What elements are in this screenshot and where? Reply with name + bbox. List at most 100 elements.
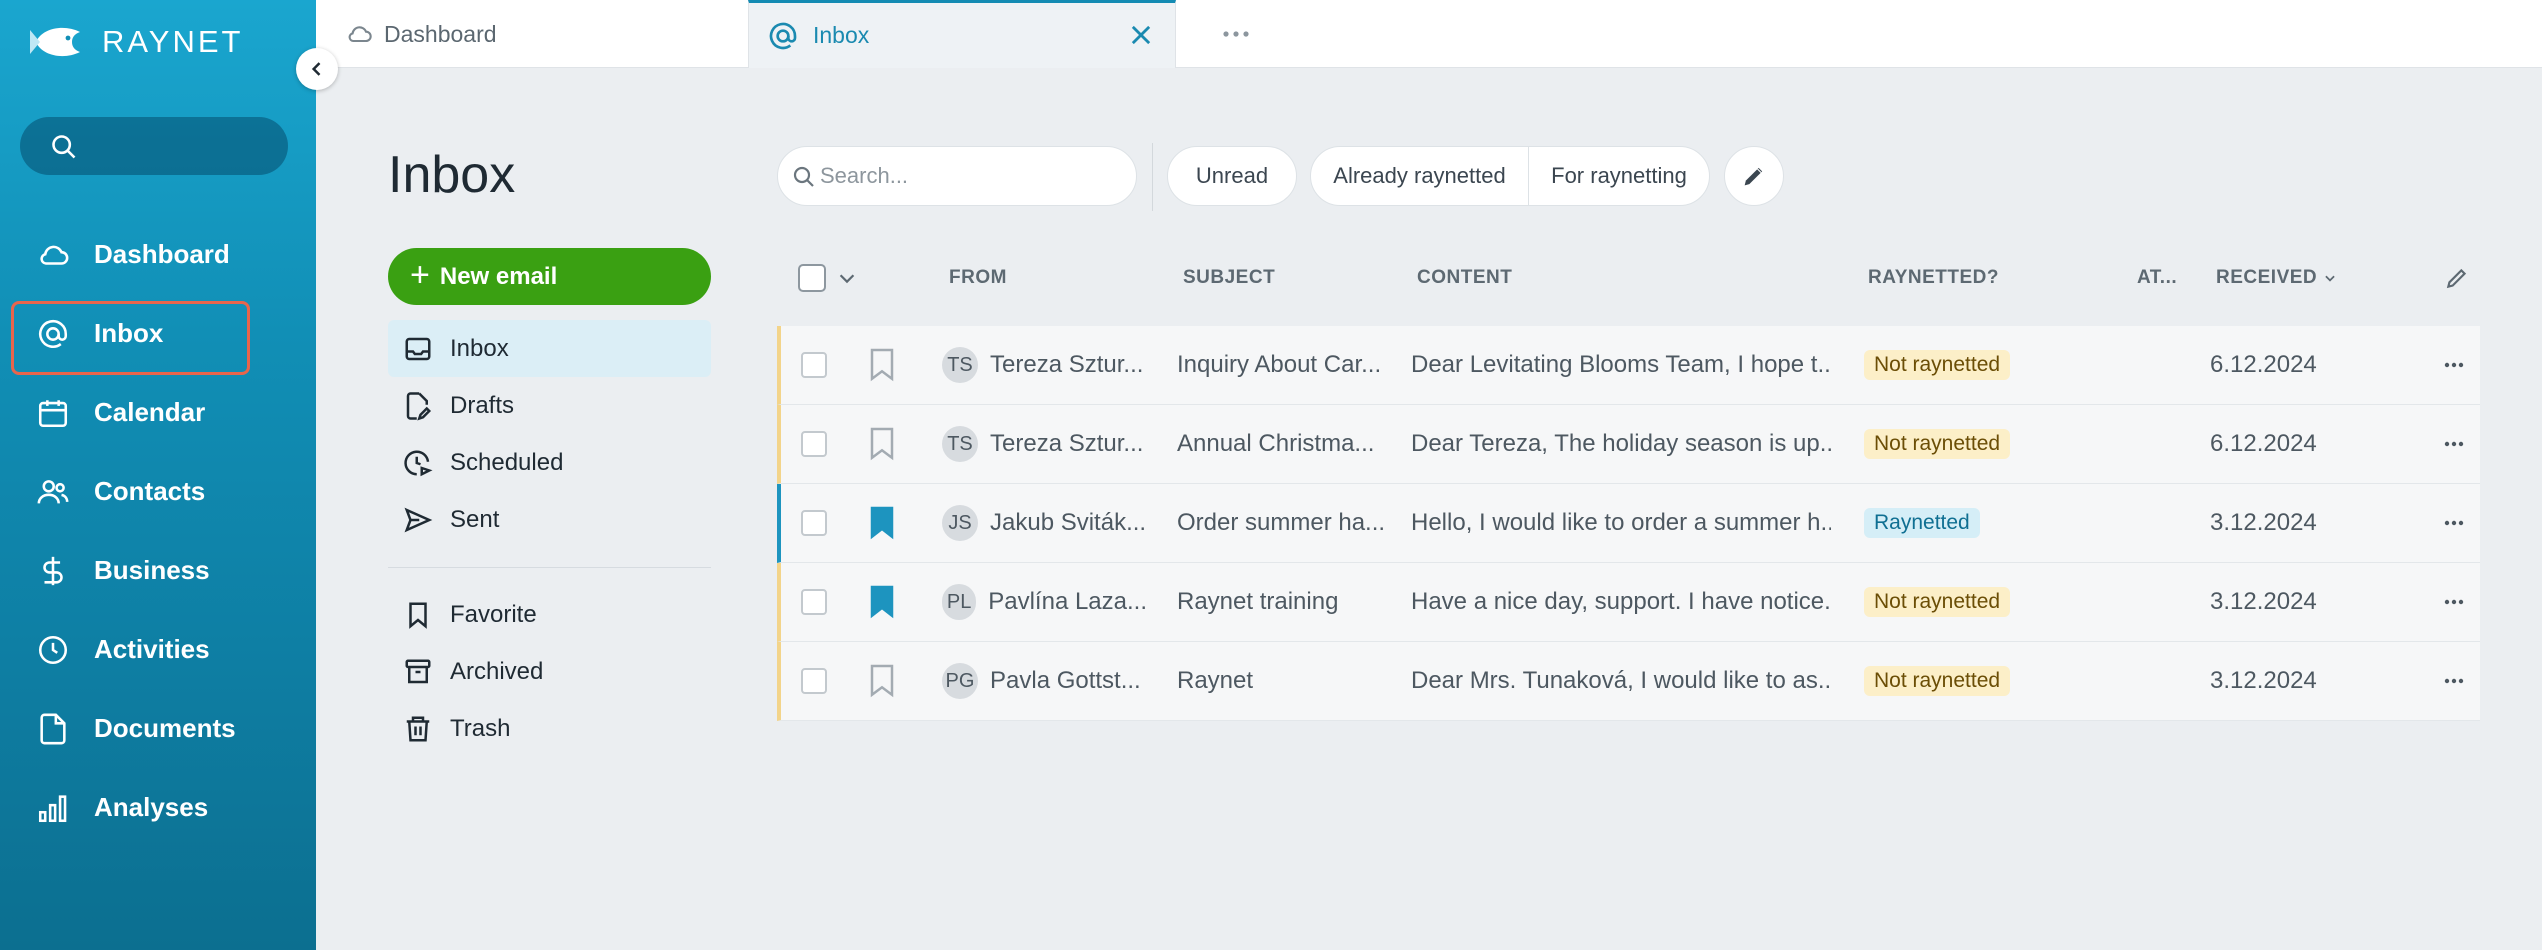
nav-item-documents[interactable]: Documents — [0, 689, 316, 768]
table-row[interactable]: TS Tereza Sztur... Annual Christma... Dear … — [777, 405, 2480, 484]
row-menu-button[interactable] — [2444, 484, 2464, 562]
table-row[interactable]: PL Pavlína Laza... Raynet training Have a n… — [777, 563, 2480, 642]
table-row[interactable]: TS Tereza Sztur... Inquiry About Car... Dea… — [777, 326, 2480, 405]
favorite-toggle[interactable] — [867, 642, 897, 720]
favorite-toggle[interactable] — [867, 326, 897, 404]
row-checkbox[interactable] — [801, 352, 827, 378]
subject-cell: Raynet — [1177, 667, 1254, 694]
folder-inbox[interactable]: Inbox — [388, 320, 711, 377]
select-all-checkbox[interactable] — [798, 264, 826, 292]
folder-archived[interactable]: Archived — [388, 643, 711, 700]
folder-label: Sent — [450, 505, 500, 533]
folder-trash[interactable]: Trash — [388, 700, 711, 757]
received-cell: 3.12.2024 — [2210, 667, 2317, 694]
row-select[interactable] — [801, 642, 827, 720]
avatar: PL — [942, 584, 977, 620]
bookmark-icon[interactable] — [867, 346, 897, 384]
folder-drafts[interactable]: Drafts — [388, 377, 711, 434]
favorite-toggle[interactable] — [867, 484, 897, 562]
status-cell: Not raynetted — [1864, 563, 2011, 641]
col-content[interactable]: CONTENT — [1417, 250, 1512, 306]
row-checkbox[interactable] — [801, 510, 827, 536]
nav-item-analyses[interactable]: Analyses — [0, 768, 316, 847]
row-checkbox[interactable] — [801, 668, 827, 694]
folder-sent[interactable]: Sent — [388, 491, 711, 548]
nav-item-dashboard[interactable]: Dashboard — [0, 215, 316, 294]
more-horizontal-icon — [2444, 362, 2464, 368]
received-cell: 3.12.2024 — [2210, 509, 2317, 536]
avatar: TS — [942, 426, 978, 462]
nav-item-activities[interactable]: Activities — [0, 610, 316, 689]
subject-cell: Annual Christma... — [1177, 430, 1375, 457]
new-email-button[interactable]: + New email — [388, 248, 711, 305]
bookmark-filled-icon[interactable] — [867, 504, 897, 542]
nav-item-contacts[interactable]: Contacts — [0, 452, 316, 531]
tab-dashboard[interactable]: Dashboard — [342, 0, 742, 68]
search-input[interactable] — [820, 161, 1120, 191]
col-from[interactable]: FROM — [949, 250, 1007, 306]
bookmark-icon[interactable] — [867, 425, 897, 463]
nav-item-inbox[interactable]: Inbox — [0, 294, 316, 375]
row-menu-button[interactable] — [2444, 405, 2464, 483]
select-all-control[interactable] — [798, 250, 858, 306]
row-select[interactable] — [801, 326, 827, 404]
filter-for-raynetting-button[interactable]: For raynetting — [1529, 147, 1709, 205]
nav-label: Inbox — [94, 318, 164, 348]
favorite-toggle[interactable] — [867, 405, 897, 483]
at-icon — [36, 317, 70, 351]
main-nav: Dashboard Inbox Calendar Contacts Busine… — [0, 215, 316, 847]
folder-label: Trash — [450, 714, 511, 742]
email-search[interactable] — [777, 146, 1137, 206]
row-menu-button[interactable] — [2444, 563, 2464, 641]
row-menu-button[interactable] — [2444, 326, 2464, 404]
avatar: TS — [942, 347, 978, 383]
bookmark-icon[interactable] — [867, 662, 897, 700]
received-cell: 6.12.2024 — [2210, 430, 2317, 457]
col-attachments[interactable]: AT... — [2137, 250, 2177, 306]
more-tabs-button[interactable] — [1216, 0, 1256, 68]
row-menu-button[interactable] — [2444, 642, 2464, 720]
raynet-logo[interactable]: RAYNET — [30, 20, 243, 64]
row-checkbox[interactable] — [801, 431, 827, 457]
row-select[interactable] — [801, 405, 827, 483]
row-select[interactable] — [801, 484, 827, 562]
folder-scheduled[interactable]: Scheduled — [388, 434, 711, 491]
received-cell: 6.12.2024 — [2210, 351, 2317, 378]
chevron-down-icon[interactable] — [836, 267, 858, 289]
tab-label: Dashboard — [384, 20, 497, 47]
from-cell: JS Jakub Sviták... — [942, 484, 1147, 562]
folder-favorite[interactable]: Favorite — [388, 586, 711, 643]
folder-label: Archived — [450, 657, 544, 685]
folder-label: Drafts — [450, 391, 515, 419]
collapse-sidebar-button[interactable] — [296, 48, 338, 90]
col-raynetted[interactable]: RAYNETTED? — [1868, 250, 1999, 306]
sidebar-search[interactable] — [20, 117, 288, 175]
bookmark-filled-icon[interactable] — [867, 583, 897, 621]
tab-inbox[interactable]: Inbox — [748, 0, 1176, 68]
row-select[interactable] — [801, 563, 827, 641]
table-row[interactable]: JS Jakub Sviták... Order summer ha... Hello… — [777, 484, 2480, 563]
close-icon[interactable] — [1127, 21, 1155, 49]
filter-unread-button[interactable]: Unread — [1167, 146, 1297, 206]
nav-item-business[interactable]: Business — [0, 531, 316, 610]
sidebar: RAYNET Dashboard Inbox Calendar Contacts… — [0, 0, 316, 950]
content-cell: Dear Mrs. Tunaková, I would like to as..… — [1411, 667, 1831, 694]
edit-columns-button[interactable] — [2444, 250, 2470, 306]
from-name: Tereza Sztur... — [990, 430, 1144, 457]
from-name: Tereza Sztur... — [990, 351, 1144, 378]
filter-already-raynetted-button[interactable]: Already raynetted — [1311, 147, 1529, 205]
edit-filters-button[interactable] — [1724, 146, 1784, 206]
bar-chart-icon — [36, 791, 70, 825]
content-cell: Dear Tereza, The holiday season is up... — [1411, 430, 1831, 457]
row-checkbox[interactable] — [801, 589, 827, 615]
document-icon — [36, 712, 70, 746]
favorite-toggle[interactable] — [867, 563, 897, 641]
table-row[interactable]: PG Pavla Gottst... Raynet Dear Mrs. Tunakov… — [777, 642, 2480, 721]
subject-cell: Order summer ha... — [1177, 509, 1386, 536]
nav-item-calendar[interactable]: Calendar — [0, 373, 316, 452]
col-subject[interactable]: SUBJECT — [1183, 250, 1275, 306]
search-icon — [793, 166, 814, 187]
col-received[interactable]: RECEIVED — [2216, 250, 2337, 306]
search-icon — [52, 135, 76, 159]
cloud-icon — [36, 238, 70, 272]
